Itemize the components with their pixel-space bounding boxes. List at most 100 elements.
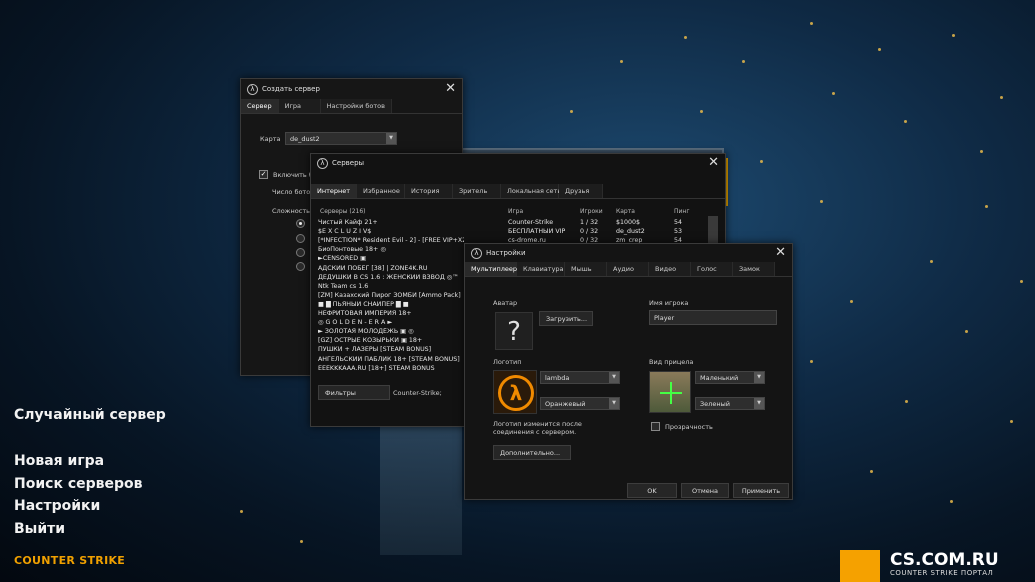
tab-server[interactable]: Сервер — [241, 99, 279, 113]
crosshair-size-value: Маленький — [700, 374, 739, 382]
logo-color-value: Оранжевый — [545, 400, 586, 408]
tab-internet[interactable]: Интернет — [311, 184, 357, 198]
advanced-button[interactable]: Дополнительно... — [493, 445, 571, 460]
tab-lan[interactable]: Локальная сеть — [501, 184, 561, 198]
create-server-titlebar[interactable]: λ Создать сервер — [241, 79, 462, 99]
site-tagline: COUNTER STRIKE ПОРТАЛ — [890, 569, 994, 577]
tab-history[interactable]: История — [405, 184, 453, 198]
tab-keyboard[interactable]: Клавиатура — [517, 262, 565, 276]
logo-color-select[interactable]: Оранжевый ▼ — [540, 397, 620, 410]
difficulty-radio-2[interactable] — [296, 234, 305, 243]
server-name-cell: ► ЗОЛОТАЯ МОЛОДЁЖЬ ▣ ◎ — [318, 328, 414, 336]
server-game-cell: Counter-Strike — [508, 219, 554, 226]
menu-new-game[interactable]: Новая игра — [14, 453, 104, 469]
server-name-cell: АНГЕЛЬСКИЙ ПАБЛИК 18+ [STEAM BONUS] — [318, 355, 460, 363]
column-ping[interactable]: Пинг — [674, 208, 690, 215]
lambda-logo-icon: λ — [493, 370, 537, 414]
apply-button[interactable]: Применить — [733, 483, 789, 498]
crosshair-label: Вид прицела — [649, 358, 694, 366]
cancel-button[interactable]: Отмена — [681, 483, 729, 498]
tab-audio[interactable]: Аудио — [607, 262, 649, 276]
crosshair-size-select[interactable]: Маленький ▼ — [695, 371, 765, 384]
create-server-title: Создать сервер — [262, 85, 320, 93]
map-label: Карта — [260, 135, 281, 143]
server-name-cell: ►CENSORED ▣ — [318, 255, 367, 263]
avatar: ? — [495, 312, 533, 350]
crosshair-color-select[interactable]: Зеленый ▼ — [695, 397, 765, 410]
server-name-cell: ПУШКИ + ЛАЗЕРЫ [STEAM BONUS] — [318, 346, 432, 354]
logo-label: Логотип — [493, 358, 522, 366]
table-row[interactable]: Чистый Кайф 21+ Counter-Strike 1 / 32 $1000… — [318, 219, 708, 228]
column-servers[interactable]: Серверы (216) — [320, 208, 366, 215]
menu-random-server[interactable]: Случайный сервер — [14, 407, 166, 423]
close-icon[interactable]: ✕ — [775, 245, 786, 260]
filters-button[interactable]: Фильтры — [318, 385, 390, 400]
difficulty-radio-3[interactable] — [296, 248, 305, 257]
counter-strike-logo: COUNTER STRIKE — [14, 554, 126, 567]
site-logo-icon — [840, 550, 880, 582]
transparency-checkbox[interactable] — [651, 422, 660, 431]
lambda-icon: λ — [317, 157, 328, 169]
tab-mouse[interactable]: Мышь — [565, 262, 607, 276]
server-players-cell: 0 / 32 — [580, 228, 599, 236]
close-icon[interactable]: ✕ — [445, 81, 456, 96]
server-name-cell: Чистый Кайф 21+ — [318, 219, 378, 226]
enable-bots-checkbox[interactable]: ✓ — [259, 170, 268, 179]
server-name-cell: АДСКИЙ ПОБЕГ [38] | ZONE4K.RU — [318, 264, 428, 272]
server-name-cell: [*INFECTION* Resident Evil - 2] - [FREE … — [318, 237, 464, 245]
player-name-input[interactable] — [649, 310, 777, 325]
chevron-down-icon: ▼ — [609, 372, 619, 383]
server-list-scrollbar[interactable] — [708, 216, 718, 246]
server-name-cell: ■ █ ПЬЯНЫЙ СНАЙПЕР █ ■ — [318, 300, 409, 308]
difficulty-radio-4[interactable] — [296, 262, 305, 271]
create-server-tabs: Сервер Игра Настройки ботов — [241, 99, 462, 114]
tab-lock[interactable]: Замок — [733, 262, 775, 276]
difficulty-radio-1[interactable] — [296, 219, 305, 228]
map-select[interactable]: de_dust2 ▼ — [285, 132, 397, 145]
difficulty-label: Сложность — [272, 207, 310, 215]
menu-find-servers[interactable]: Поиск серверов — [14, 476, 143, 492]
tab-spectate[interactable]: Зритель — [453, 184, 501, 198]
servers-titlebar[interactable]: λ Серверы — [311, 154, 725, 172]
tab-friends[interactable]: Друзья — [559, 184, 603, 198]
upload-avatar-button[interactable]: Загрузить... — [539, 311, 593, 326]
chevron-down-icon: ▼ — [609, 398, 619, 409]
server-name-cell: БиоПонтовые 18+ ◎ — [318, 246, 386, 254]
server-map-cell: $1000$ — [616, 219, 641, 226]
tab-multiplayer[interactable]: Мультиплеер — [465, 262, 517, 276]
chevron-down-icon: ▼ — [386, 133, 396, 144]
close-icon[interactable]: ✕ — [708, 155, 719, 170]
tab-video[interactable]: Видео — [649, 262, 691, 276]
chevron-down-icon: ▼ — [754, 372, 764, 383]
server-map-cell: de_dust2 — [616, 228, 645, 236]
crosshair-color-value: Зеленый — [700, 400, 730, 408]
lambda-icon: λ — [247, 83, 258, 95]
server-name-cell: [GZ] ОСТРЫЕ КОЗЫРЬКИ ▣ 18+ — [318, 337, 423, 345]
column-players[interactable]: Игроки — [580, 208, 603, 215]
game-filter-value: Counter-Strike; — [393, 389, 442, 397]
tab-bot-settings[interactable]: Настройки ботов — [320, 99, 392, 113]
server-game-cell: БЕСПЛАТНЫЙ VIP — [508, 228, 566, 236]
ok-button[interactable]: OK — [627, 483, 677, 498]
settings-title: Настройки — [486, 249, 526, 257]
tab-game[interactable]: Игра — [278, 99, 321, 113]
bot-count-label: Число ботов — [272, 188, 315, 196]
site-name: CS.COM.RU — [890, 550, 999, 570]
logo-select[interactable]: lambda ▼ — [540, 371, 620, 384]
server-name-cell: Ntk Team cs 1.6 — [318, 282, 369, 290]
player-name-label: Имя игрока — [649, 299, 689, 307]
menu-quit[interactable]: Выйти — [14, 521, 65, 537]
settings-titlebar[interactable]: λ Настройки — [465, 244, 792, 262]
menu-settings[interactable]: Настройки — [14, 498, 100, 514]
table-row[interactable]: $E X C L U Z I V$ БЕСПЛАТНЫЙ VIP 0 / 32 de_… — [318, 228, 708, 237]
server-name-cell: ◎ G O L D E N - E R A ► — [318, 319, 393, 327]
servers-title: Серверы — [332, 159, 365, 167]
server-name-cell: НЕФРИТОВАЯ ИМПЕРИЯ 18+ — [318, 310, 412, 317]
servers-tabs: Интернет Избранное История Зритель Локал… — [311, 184, 725, 199]
tab-favorites[interactable]: Избранное — [357, 184, 405, 198]
server-name-cell: ДЕДУШКИ В CS 1.6 : ЖЕНСКИЙ ВЗВОД ◎™ — [318, 273, 459, 281]
column-game[interactable]: Игра — [508, 208, 523, 215]
column-map[interactable]: Карта — [616, 208, 635, 215]
tab-voice[interactable]: Голос — [691, 262, 733, 276]
chevron-down-icon: ▼ — [754, 398, 764, 409]
